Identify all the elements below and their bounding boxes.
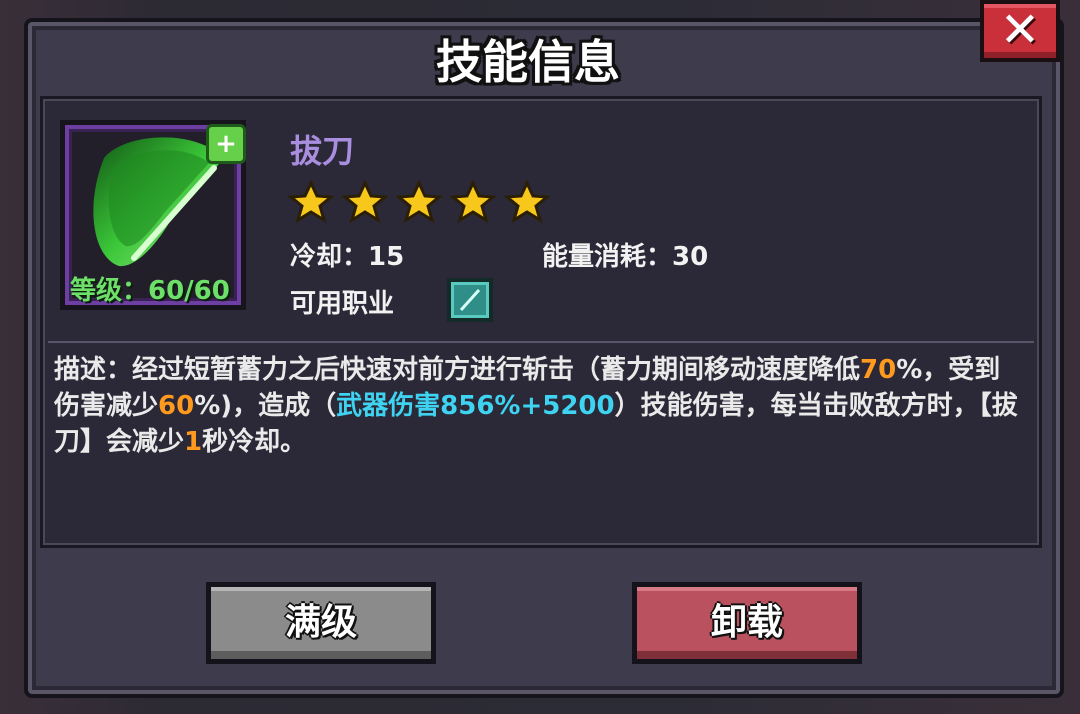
unload-button[interactable]: 卸载 — [632, 582, 862, 664]
upgrade-plus-icon[interactable]: + — [206, 124, 246, 164]
desc-text: 描述：经过短暂蓄力之后快速对前方进行斩击（蓄力期间移动速度降低 — [54, 355, 861, 385]
desc-highlight-value: 1 — [184, 427, 203, 457]
usable-class-label: 可用职业 — [290, 289, 395, 319]
star-rating — [288, 180, 550, 224]
desc-text: 秒冷却。 — [202, 427, 307, 457]
max-level-label: 满级 — [284, 602, 357, 643]
energy-cost-stat: 能量消耗：30 — [542, 242, 709, 272]
cooldown-stat: 冷却：15 — [290, 242, 405, 272]
dialog-title: 技能信息 — [436, 35, 620, 89]
desc-highlight-value: 60 — [158, 391, 195, 421]
star-icon — [450, 180, 496, 224]
star-icon — [504, 180, 550, 224]
skill-name: 拔刀 — [290, 132, 355, 170]
skill-level: 等级：60/60 — [70, 276, 230, 306]
sword-class-icon[interactable] — [447, 278, 493, 322]
star-icon — [342, 180, 388, 224]
star-icon — [288, 180, 334, 224]
unload-label: 卸载 — [710, 602, 783, 643]
star-icon — [396, 180, 442, 224]
skill-description: 描述：经过短暂蓄力之后快速对前方进行斩击（蓄力期间移动速度降低70%，受到伤害减… — [54, 352, 1024, 460]
desc-damage-formula: 武器伤害856%+5200 — [336, 391, 615, 421]
close-icon: ✕ — [999, 2, 1041, 58]
close-button[interactable]: ✕ — [980, 0, 1060, 62]
desc-highlight-value: 70 — [860, 355, 897, 385]
max-level-button[interactable]: 满级 — [206, 582, 436, 664]
divider — [48, 341, 1034, 343]
desc-text: %)，造成（ — [194, 391, 337, 421]
